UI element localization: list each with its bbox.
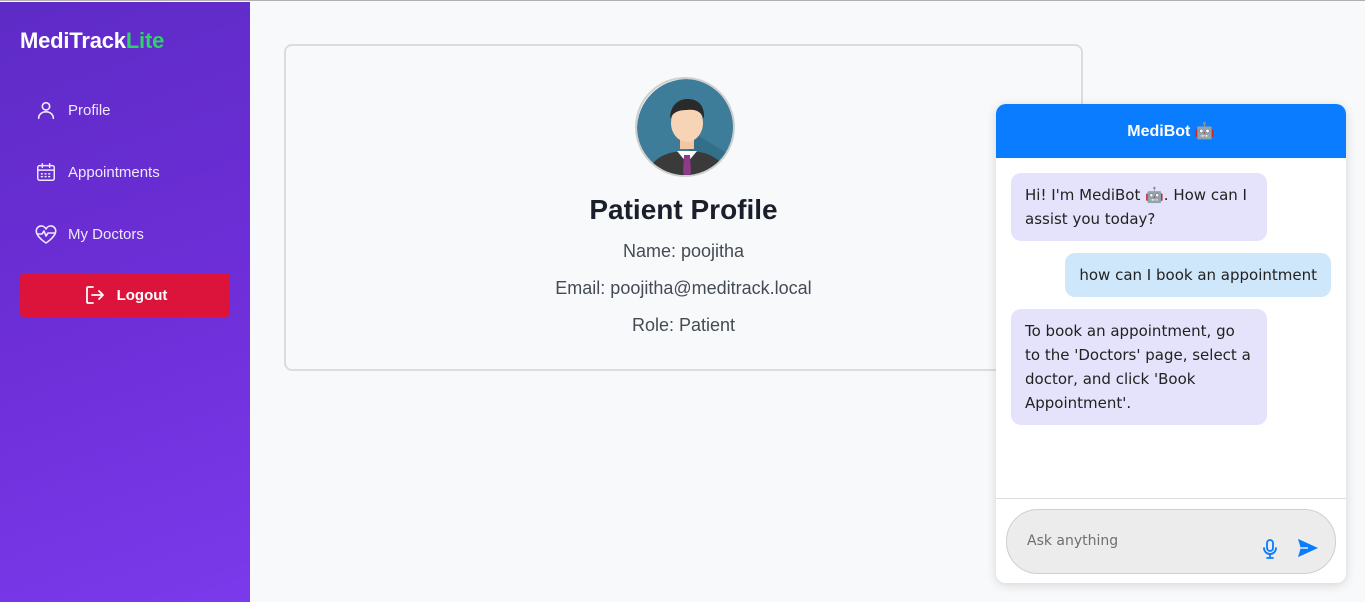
sidebar-item-profile[interactable]: Profile bbox=[34, 96, 234, 124]
profile-card: Patient Profile Name: poojitha Email: po… bbox=[284, 44, 1083, 371]
microphone-icon[interactable] bbox=[1261, 538, 1279, 560]
chat-input[interactable] bbox=[1027, 528, 1247, 554]
sidebar-item-label: My Doctors bbox=[68, 225, 144, 243]
bot-message: To book an appointment, go to the 'Docto… bbox=[1011, 309, 1267, 425]
brand-name: MediTrack bbox=[20, 28, 126, 53]
bot-message: Hi! I'm MediBot 🤖. How can I assist you … bbox=[1011, 173, 1267, 241]
chat-title: MediBot 🤖 bbox=[996, 104, 1346, 158]
avatar bbox=[635, 77, 735, 177]
sidebar-item-appointments[interactable]: Appointments bbox=[34, 158, 234, 186]
send-icon[interactable] bbox=[1297, 538, 1321, 560]
brand-logo[interactable]: MediTrackLite bbox=[20, 28, 164, 54]
chat-input-wrapper bbox=[1006, 509, 1336, 574]
sidebar-item-label: Appointments bbox=[68, 163, 160, 181]
sidebar-item-label: Profile bbox=[68, 101, 111, 119]
user-message: how can I book an appointment bbox=[1065, 253, 1331, 297]
brand-suffix: Lite bbox=[125, 28, 165, 53]
profile-email: Email: poojitha@meditrack.local bbox=[555, 278, 812, 298]
calendar-icon bbox=[34, 160, 58, 184]
profile-name: Name: poojitha bbox=[622, 241, 745, 261]
chat-input-bar bbox=[996, 498, 1346, 583]
chat-messages[interactable]: Hi! I'm MediBot 🤖. How can I assist you … bbox=[996, 158, 1346, 498]
heart-pulse-icon bbox=[34, 222, 58, 246]
logout-button[interactable]: Logout bbox=[20, 273, 230, 317]
chatbot-panel: MediBot 🤖 Hi! I'm MediBot 🤖. How can I a… bbox=[996, 104, 1346, 583]
sidebar: MediTrackLite Profile Appointments My Do… bbox=[0, 2, 250, 602]
logout-icon bbox=[83, 283, 107, 307]
sidebar-item-my-doctors[interactable]: My Doctors bbox=[34, 220, 234, 248]
profile-role: Role: Patient bbox=[631, 315, 736, 335]
page-title: Patient Profile bbox=[589, 194, 778, 225]
user-icon bbox=[34, 98, 58, 122]
logout-label: Logout bbox=[116, 286, 168, 304]
